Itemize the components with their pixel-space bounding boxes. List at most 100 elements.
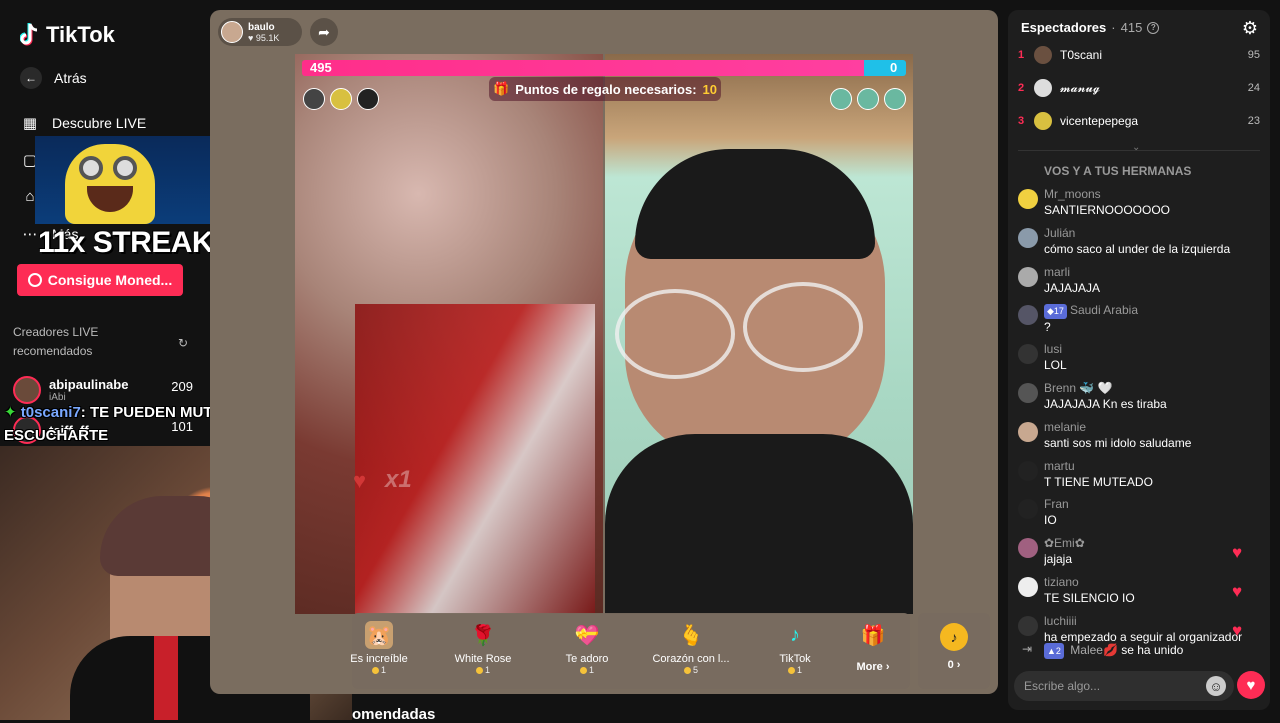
coin-icon [27,273,42,287]
recommended-creators-title: Creadores LIVE recomendados [13,325,99,358]
gift-tray: 🐹 Es increíble 1 🌹 White Rose 1 💝 Te ado… [350,613,910,689]
heart-icon: ♥ [1232,620,1243,640]
tiktok-coin-icon: ♪ [940,623,968,651]
creator-sub: iAbi [49,392,66,403]
top-gifter-avatar[interactable] [303,88,325,110]
goggle-right [113,156,137,180]
score-right: 0 [890,60,898,75]
avatar [1018,189,1038,209]
host-likes: 95.1K [255,32,280,43]
rank-user: 𝓶𝓪𝓷𝓾𝓰 [1060,80,1101,95]
nav-discover-live[interactable]: ▦ Descubre LIVE [20,113,146,133]
tiktok-logo[interactable]: TikTok [19,22,115,48]
chat-message[interactable]: tiziano TE SILENCIO IO ♥ [1018,575,1260,606]
coin-icon [683,667,691,675]
more-gifts-button[interactable]: 🎁 More › [838,621,908,674]
creator-count: 101 [171,419,193,434]
gift-item[interactable]: 🐹 Es increíble 1 [334,621,424,675]
chevron-down-icon[interactable]: ⌄ [1132,142,1140,153]
combo-count: x1 [385,466,412,493]
gift-name: Es increíble [350,653,408,665]
enter-icon: ⇥ [1022,642,1033,656]
overlay-chat-line-2: ESCUCHARTE [4,427,109,444]
viewers-header[interactable]: Espectadores · 415 ? [1021,20,1160,35]
back-button[interactable]: ← Atrás [20,67,87,89]
chat-text: JAJAJAJA [1044,280,1101,295]
share-arrow-icon: ➦ [318,23,330,40]
gift-cost: 1 [588,665,594,675]
avatar [1018,383,1038,403]
chat-username: lusi [1044,342,1063,357]
chat-input-placeholder: Escribe algo... [1024,679,1101,693]
gift-item[interactable]: ♪ TikTok 1 [750,621,840,676]
chat-username: Fran [1044,497,1069,512]
creator-row[interactable]: abipaulinabe iAbi 209 [13,373,193,407]
viewer-rank-row[interactable]: 3 vicentepepega 23 [1018,109,1260,133]
avatar [221,21,243,43]
viewer-rank-row[interactable]: 1 T0scani 95 [1018,43,1260,67]
chat-username: ✿Emi✿ [1044,536,1085,551]
settings-gear-icon[interactable]: ⚙ [1242,18,1258,39]
battle-video-right [605,54,913,614]
share-button[interactable]: ➦ [310,18,338,46]
recommended-heading: omendadas [352,706,436,723]
empty-seat-icon [830,88,852,110]
coin-balance-button[interactable]: ♪ 0 › [918,613,990,689]
heart-icon: ♥ [248,32,254,43]
join-text: se ha unido [1121,643,1184,657]
live-panel: baulo ♥ 95.1K ➦ x1 ♥ 495 0 🎁 Puntos de r… [210,10,998,694]
chat-text: ? [1044,320,1051,335]
info-icon[interactable]: ? [1147,21,1160,34]
streak-label: 11x STREAK [38,226,214,259]
viewer-rank-row[interactable]: 2 𝓶𝓪𝓷𝓾𝓰 24 [1018,76,1260,100]
chat-message[interactable]: melanie santi sos mi idolo saludame [1018,420,1260,451]
coin-icon [371,667,379,675]
rank-value: 95 [1247,49,1260,61]
gift-banner-label: Puntos de regalo necesarios: [515,81,697,97]
chat-message[interactable]: martu T TIENE MUTEADO [1018,459,1260,490]
back-label: Atrás [54,70,87,86]
avatar [1018,499,1038,520]
avatar [1018,538,1038,559]
avatar [1018,266,1038,287]
chat-message[interactable]: Fran IO [1018,497,1260,528]
top-gifter-avatar[interactable] [330,88,352,110]
sparkle-icon: ✦ [4,404,17,421]
emoji-icon[interactable]: ☺ [1206,676,1226,696]
chat-message[interactable]: Brenn 🐳 🤍 JAJAJAJA Kn es tiraba [1018,381,1260,412]
chat-message[interactable]: ✿Emi✿ jajaja ♥ [1018,536,1260,567]
gift-cost: 5 [692,665,698,675]
chat-username: luchiiii [1044,613,1077,628]
like-heart-button[interactable]: ♥ [1237,671,1265,699]
minion-mouth [87,186,133,212]
jacket-right [605,434,913,614]
chat-message[interactable]: Julián cómo saco al under de la izquierda [1018,226,1260,257]
chat-text: cómo saco al under de la izquierda [1044,241,1231,256]
get-coins-button[interactable]: Consigue Moned... [17,264,183,296]
chat-message[interactable]: Mr_moons SANTIERNOOOOOOO [1018,187,1260,218]
avatar [1018,421,1038,442]
chat-message[interactable]: lusi LOL [1018,342,1260,373]
top-gifter-avatar[interactable] [357,88,379,110]
gift-cost: 1 [796,665,802,675]
refresh-icon[interactable]: ↻ [178,336,188,350]
level-badge: ◆17 [1044,304,1067,320]
rank-value: 24 [1247,82,1260,94]
chat-text: SANTIERNOOOOOOO [1044,203,1171,217]
get-coins-label: Consigue Moned... [47,272,173,288]
gift-item[interactable]: 🌹 White Rose 1 [438,621,528,676]
overlay-chat-user: t0scani7 [20,404,81,421]
chat-message[interactable]: marli JAJAJAJA [1018,265,1260,296]
host-info[interactable]: baulo ♥ 95.1K [218,18,302,46]
chat-message[interactable]: luchiiii ha empezado a seguir al organiza… [1018,614,1260,645]
heart-gift-icon: 💝 [574,624,600,647]
gift-cost: 1 [380,665,386,675]
chat-text: santi sos mi idolo saludame [1044,435,1192,450]
chat-message[interactable]: ◆17 Saudi Arabia? [1018,303,1260,335]
chat-input[interactable]: Escribe algo... ☺ [1014,671,1234,701]
score-bar-left [302,60,864,76]
chat-username: marli [1044,264,1070,279]
viewers-title: Espectadores [1021,20,1107,35]
gift-item[interactable]: 🫰 Corazón con l... 5 [646,621,736,676]
gift-item[interactable]: 💝 Te adoro 1 [542,621,632,676]
